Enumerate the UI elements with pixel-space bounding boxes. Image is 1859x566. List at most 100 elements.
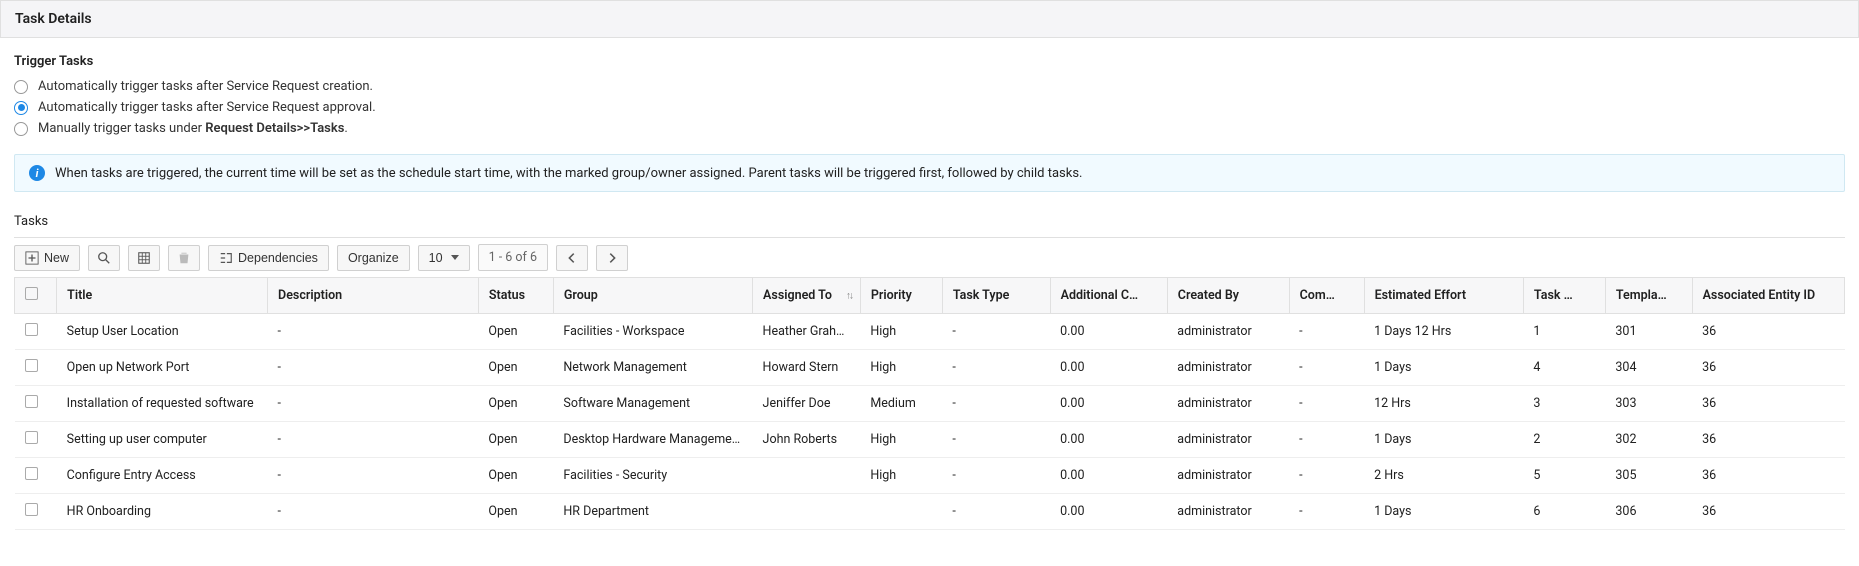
trigger-section-title: Trigger Tasks [14, 54, 1845, 69]
cell-additional-cost: 0.00 [1050, 422, 1167, 458]
cell-estimated-effort: 1 Days [1364, 422, 1523, 458]
info-text: When tasks are triggered, the current ti… [55, 166, 1082, 181]
trigger-option-creation[interactable]: Automatically trigger tasks after Servic… [14, 79, 1845, 94]
col-created-by[interactable]: Created By [1167, 278, 1289, 314]
cell-additional-cost: 0.00 [1050, 494, 1167, 530]
col-associated-entity-id[interactable]: Associated Entity ID [1692, 278, 1844, 314]
table-row[interactable]: Setting up user computer-OpenDesktop Har… [15, 422, 1845, 458]
col-description[interactable]: Description [268, 278, 479, 314]
cell-estimated-effort: 12 Hrs [1364, 386, 1523, 422]
table-row[interactable]: Open up Network Port-OpenNetwork Managem… [15, 350, 1845, 386]
pagesize-dropdown[interactable]: 10 [418, 245, 470, 271]
col-title[interactable]: Title [57, 278, 268, 314]
col-group[interactable]: Group [553, 278, 752, 314]
col-priority[interactable]: Priority [860, 278, 942, 314]
radio-label-strong: Request Details>>Tasks [205, 121, 344, 136]
cell-priority: High [860, 422, 942, 458]
row-select[interactable] [15, 350, 57, 386]
radio-label-prefix: Manually trigger tasks under [38, 121, 205, 136]
cell-description: - [268, 494, 479, 530]
delete-button[interactable] [168, 245, 200, 271]
cell-template: 305 [1605, 458, 1692, 494]
col-comments[interactable]: Com… [1289, 278, 1364, 314]
cell-additional-cost: 0.00 [1050, 458, 1167, 494]
cell-group: HR Department [553, 494, 752, 530]
panel-body: Trigger Tasks Automatically trigger task… [0, 38, 1859, 550]
col-select-all[interactable] [15, 278, 57, 314]
table-row[interactable]: HR Onboarding-OpenHR Department-0.00admi… [15, 494, 1845, 530]
cell-comments: - [1289, 314, 1364, 350]
cell-comments: - [1289, 386, 1364, 422]
row-select[interactable] [15, 422, 57, 458]
col-estimated-effort[interactable]: Estimated Effort [1364, 278, 1523, 314]
cell-assigned-to [753, 458, 861, 494]
table-row[interactable]: Configure Entry Access-OpenFacilities - … [15, 458, 1845, 494]
cell-status: Open [478, 458, 553, 494]
cell-additional-cost: 0.00 [1050, 314, 1167, 350]
cell-comments: - [1289, 350, 1364, 386]
cell-estimated-effort: 1 Days [1364, 494, 1523, 530]
table-row[interactable]: Setup User Location-OpenFacilities - Wor… [15, 314, 1845, 350]
cell-title: Setting up user computer [57, 422, 268, 458]
cell-associated-entity-id: 36 [1692, 422, 1844, 458]
cell-priority: High [860, 458, 942, 494]
organize-button[interactable]: Organize [337, 245, 410, 271]
cell-associated-entity-id: 36 [1692, 458, 1844, 494]
chevron-left-icon [565, 251, 579, 265]
cell-estimated-effort: 1 Days [1364, 350, 1523, 386]
cell-task-order: 2 [1523, 422, 1605, 458]
columns-button[interactable] [128, 245, 160, 271]
row-select[interactable] [15, 386, 57, 422]
info-icon: i [29, 165, 45, 181]
trigger-option-approval[interactable]: Automatically trigger tasks after Servic… [14, 100, 1845, 115]
dependencies-icon [219, 251, 233, 265]
trigger-option-manual[interactable]: Manually trigger tasks under Request Det… [14, 121, 1845, 136]
cell-associated-entity-id: 36 [1692, 494, 1844, 530]
radio-icon [14, 80, 28, 94]
row-select[interactable] [15, 494, 57, 530]
table-row[interactable]: Installation of requested software-OpenS… [15, 386, 1845, 422]
table-header-row: Title Description Status Group Assigned … [15, 278, 1845, 314]
cell-task-type: - [942, 314, 1050, 350]
prev-page-button[interactable] [556, 245, 588, 271]
cell-comments: - [1289, 458, 1364, 494]
dependencies-button[interactable]: Dependencies [208, 245, 329, 271]
search-button[interactable] [88, 245, 120, 271]
cell-created-by: administrator [1167, 422, 1289, 458]
cell-additional-cost: 0.00 [1050, 350, 1167, 386]
tasks-table: Title Description Status Group Assigned … [14, 277, 1845, 530]
row-select[interactable] [15, 314, 57, 350]
cell-priority: Medium [860, 386, 942, 422]
cell-group: Software Management [553, 386, 752, 422]
radio-icon [14, 122, 28, 136]
cell-task-type: - [942, 494, 1050, 530]
checkbox-icon [25, 431, 38, 444]
next-page-button[interactable] [596, 245, 628, 271]
cell-task-order: 6 [1523, 494, 1605, 530]
cell-created-by: administrator [1167, 494, 1289, 530]
cell-description: - [268, 458, 479, 494]
dependencies-label: Dependencies [238, 251, 318, 265]
info-banner: i When tasks are triggered, the current … [14, 154, 1845, 192]
col-status[interactable]: Status [478, 278, 553, 314]
new-label: New [44, 251, 69, 265]
cell-template: 304 [1605, 350, 1692, 386]
cell-group: Facilities - Security [553, 458, 752, 494]
col-assigned-to[interactable]: Assigned To↑↓ [753, 278, 861, 314]
col-assigned-to-label: Assigned To [763, 288, 832, 303]
radio-icon [14, 101, 28, 115]
col-task-order[interactable]: Task … [1523, 278, 1605, 314]
row-select[interactable] [15, 458, 57, 494]
cell-task-order: 5 [1523, 458, 1605, 494]
col-task-type[interactable]: Task Type [942, 278, 1050, 314]
cell-task-type: - [942, 422, 1050, 458]
cell-estimated-effort: 1 Days 12 Hrs [1364, 314, 1523, 350]
col-template[interactable]: Templa… [1605, 278, 1692, 314]
cell-created-by: administrator [1167, 350, 1289, 386]
tasks-section-label: Tasks [14, 214, 1845, 229]
col-additional-cost[interactable]: Additional C… [1050, 278, 1167, 314]
radio-label: Automatically trigger tasks after Servic… [38, 79, 373, 94]
cell-status: Open [478, 350, 553, 386]
cell-group: Facilities - Workspace [553, 314, 752, 350]
new-button[interactable]: New [14, 245, 80, 271]
